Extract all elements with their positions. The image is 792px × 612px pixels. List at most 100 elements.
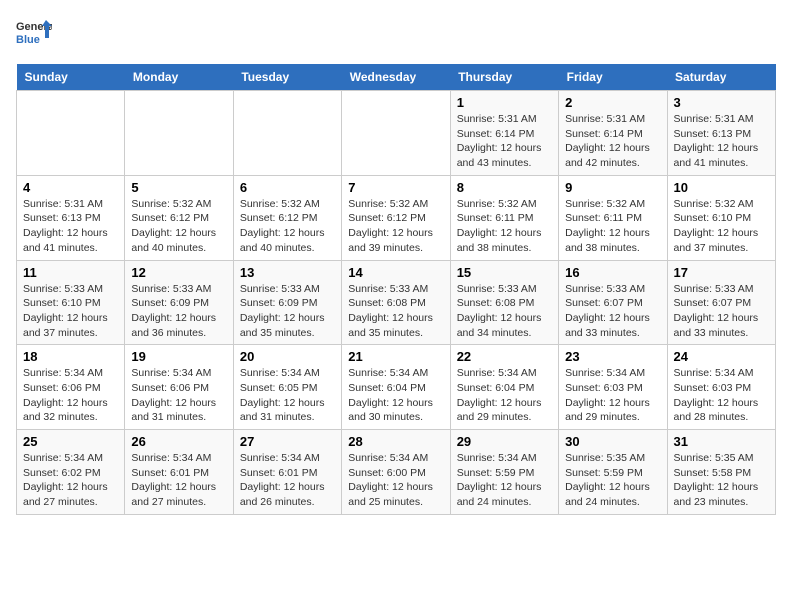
day-number: 16 [565,265,660,280]
calendar-cell: 16 Sunrise: 5:33 AM Sunset: 6:07 PM Dayli… [559,260,667,345]
day-number: 3 [674,95,769,110]
day-info: Sunrise: 5:34 AM Sunset: 6:00 PM Dayligh… [348,451,443,510]
logo-icon: General Blue [16,16,52,52]
day-number: 20 [240,349,335,364]
day-info: Sunrise: 5:34 AM Sunset: 6:01 PM Dayligh… [240,451,335,510]
day-info: Sunrise: 5:34 AM Sunset: 6:01 PM Dayligh… [131,451,226,510]
day-number: 10 [674,180,769,195]
calendar-cell: 19 Sunrise: 5:34 AM Sunset: 6:06 PM Dayli… [125,345,233,430]
day-info: Sunrise: 5:35 AM Sunset: 5:59 PM Dayligh… [565,451,660,510]
day-number: 14 [348,265,443,280]
day-info: Sunrise: 5:34 AM Sunset: 6:06 PM Dayligh… [131,366,226,425]
weekday-header: Monday [125,64,233,91]
logo-container: General Blue [16,16,52,52]
day-info: Sunrise: 5:34 AM Sunset: 6:02 PM Dayligh… [23,451,118,510]
calendar-table: SundayMondayTuesdayWednesdayThursdayFrid… [16,64,776,515]
logo: General Blue [16,16,52,52]
calendar-cell: 15 Sunrise: 5:33 AM Sunset: 6:08 PM Dayli… [450,260,558,345]
day-info: Sunrise: 5:33 AM Sunset: 6:08 PM Dayligh… [457,282,552,341]
day-info: Sunrise: 5:33 AM Sunset: 6:07 PM Dayligh… [674,282,769,341]
day-number: 5 [131,180,226,195]
day-number: 12 [131,265,226,280]
calendar-cell: 18Sunrise: 5:34 AM Sunset: 6:06 PM Dayli… [17,345,125,430]
calendar-cell: 10 Sunrise: 5:32 AM Sunset: 6:10 PM Dayli… [667,175,775,260]
day-info: Sunrise: 5:32 AM Sunset: 6:12 PM Dayligh… [240,197,335,256]
calendar-cell [125,91,233,176]
day-info: Sunrise: 5:31 AM Sunset: 6:14 PM Dayligh… [457,112,552,171]
weekday-header: Saturday [667,64,775,91]
calendar-cell: 6 Sunrise: 5:32 AM Sunset: 6:12 PM Daylig… [233,175,341,260]
day-info: Sunrise: 5:34 AM Sunset: 6:04 PM Dayligh… [348,366,443,425]
day-info: Sunrise: 5:33 AM Sunset: 6:09 PM Dayligh… [240,282,335,341]
calendar-cell: 23Sunrise: 5:34 AM Sunset: 6:03 PM Dayli… [559,345,667,430]
day-number: 17 [674,265,769,280]
calendar-cell: 22Sunrise: 5:34 AM Sunset: 6:04 PM Dayli… [450,345,558,430]
calendar-cell: 24 Sunrise: 5:34 AM Sunset: 6:03 PM Dayli… [667,345,775,430]
day-number: 7 [348,180,443,195]
day-info: Sunrise: 5:31 AM Sunset: 6:13 PM Dayligh… [23,197,118,256]
calendar-cell: 12 Sunrise: 5:33 AM Sunset: 6:09 PM Dayli… [125,260,233,345]
day-number: 1 [457,95,552,110]
calendar-cell [342,91,450,176]
calendar-cell: 4 Sunrise: 5:31 AM Sunset: 6:13 PM Daylig… [17,175,125,260]
calendar-cell: 2 Sunrise: 5:31 AM Sunset: 6:14 PM Daylig… [559,91,667,176]
day-number: 27 [240,434,335,449]
calendar-cell: 28 Sunrise: 5:34 AM Sunset: 6:00 PM Dayli… [342,430,450,515]
day-info: Sunrise: 5:32 AM Sunset: 6:12 PM Dayligh… [348,197,443,256]
calendar-week-row: 25 Sunrise: 5:34 AM Sunset: 6:02 PM Dayli… [17,430,776,515]
day-info: Sunrise: 5:33 AM Sunset: 6:10 PM Dayligh… [23,282,118,341]
day-info: Sunrise: 5:33 AM Sunset: 6:09 PM Dayligh… [131,282,226,341]
weekday-header: Wednesday [342,64,450,91]
weekday-header: Tuesday [233,64,341,91]
calendar-cell: 11 Sunrise: 5:33 AM Sunset: 6:10 PM Dayli… [17,260,125,345]
day-info: Sunrise: 5:34 AM Sunset: 6:03 PM Dayligh… [674,366,769,425]
weekday-header: Thursday [450,64,558,91]
weekday-header-row: SundayMondayTuesdayWednesdayThursdayFrid… [17,64,776,91]
day-number: 23 [565,349,660,364]
day-info: Sunrise: 5:35 AM Sunset: 5:58 PM Dayligh… [674,451,769,510]
day-number: 31 [674,434,769,449]
day-number: 25 [23,434,118,449]
calendar-cell: 9 Sunrise: 5:32 AM Sunset: 6:11 PM Daylig… [559,175,667,260]
svg-text:Blue: Blue [16,34,40,46]
calendar-cell: 27 Sunrise: 5:34 AM Sunset: 6:01 PM Dayli… [233,430,341,515]
day-info: Sunrise: 5:31 AM Sunset: 6:13 PM Dayligh… [674,112,769,171]
day-info: Sunrise: 5:34 AM Sunset: 6:06 PM Dayligh… [23,366,118,425]
header: General Blue [16,16,776,52]
calendar-week-row: 4 Sunrise: 5:31 AM Sunset: 6:13 PM Daylig… [17,175,776,260]
day-info: Sunrise: 5:34 AM Sunset: 6:05 PM Dayligh… [240,366,335,425]
day-number: 21 [348,349,443,364]
day-number: 24 [674,349,769,364]
day-number: 11 [23,265,118,280]
calendar-cell: 8 Sunrise: 5:32 AM Sunset: 6:11 PM Daylig… [450,175,558,260]
day-info: Sunrise: 5:32 AM Sunset: 6:11 PM Dayligh… [457,197,552,256]
day-number: 2 [565,95,660,110]
day-number: 4 [23,180,118,195]
day-number: 13 [240,265,335,280]
day-info: Sunrise: 5:33 AM Sunset: 6:07 PM Dayligh… [565,282,660,341]
calendar-cell: 25 Sunrise: 5:34 AM Sunset: 6:02 PM Dayli… [17,430,125,515]
day-number: 29 [457,434,552,449]
day-info: Sunrise: 5:32 AM Sunset: 6:11 PM Dayligh… [565,197,660,256]
day-number: 8 [457,180,552,195]
calendar-cell: 14 Sunrise: 5:33 AM Sunset: 6:08 PM Dayli… [342,260,450,345]
calendar-cell: 31 Sunrise: 5:35 AM Sunset: 5:58 PM Dayli… [667,430,775,515]
day-number: 15 [457,265,552,280]
day-info: Sunrise: 5:33 AM Sunset: 6:08 PM Dayligh… [348,282,443,341]
day-number: 9 [565,180,660,195]
day-number: 6 [240,180,335,195]
calendar-cell: 26Sunrise: 5:34 AM Sunset: 6:01 PM Dayli… [125,430,233,515]
day-info: Sunrise: 5:34 AM Sunset: 5:59 PM Dayligh… [457,451,552,510]
calendar-cell: 1 Sunrise: 5:31 AM Sunset: 6:14 PM Daylig… [450,91,558,176]
calendar-cell: 30Sunrise: 5:35 AM Sunset: 5:59 PM Dayli… [559,430,667,515]
calendar-cell [17,91,125,176]
weekday-header: Friday [559,64,667,91]
day-info: Sunrise: 5:32 AM Sunset: 6:12 PM Dayligh… [131,197,226,256]
calendar-cell: 3 Sunrise: 5:31 AM Sunset: 6:13 PM Daylig… [667,91,775,176]
day-info: Sunrise: 5:31 AM Sunset: 6:14 PM Dayligh… [565,112,660,171]
calendar-cell: 21 Sunrise: 5:34 AM Sunset: 6:04 PM Dayli… [342,345,450,430]
day-number: 19 [131,349,226,364]
calendar-week-row: 1 Sunrise: 5:31 AM Sunset: 6:14 PM Daylig… [17,91,776,176]
day-number: 28 [348,434,443,449]
day-info: Sunrise: 5:32 AM Sunset: 6:10 PM Dayligh… [674,197,769,256]
